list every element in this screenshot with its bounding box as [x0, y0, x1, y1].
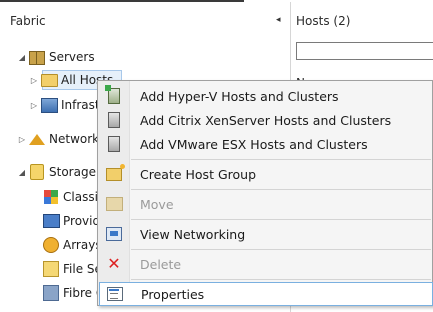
- xenserver-host-icon: [99, 108, 129, 132]
- properties-icon: [100, 282, 130, 306]
- providers-icon: [42, 213, 60, 229]
- hosts-title: Hosts (2): [296, 14, 351, 28]
- arrays-icon: [42, 237, 60, 253]
- hyperv-host-icon: [99, 84, 129, 108]
- fibre-icon: [42, 285, 60, 301]
- infrastructure-icon: [40, 97, 58, 113]
- menu-separator: [131, 249, 431, 250]
- tree-item-storage[interactable]: ◢ Storage: [16, 161, 96, 183]
- menu-item-move[interactable]: Move: [99, 192, 433, 216]
- menu-item-label: Create Host Group: [140, 166, 256, 182]
- menu-separator: [131, 219, 431, 220]
- menu-separator: [131, 159, 431, 160]
- menu-separator: [131, 189, 431, 190]
- menu-separator: [131, 279, 431, 280]
- menu-item-label: Properties: [141, 286, 205, 302]
- tree-item-label: Servers: [49, 50, 95, 64]
- menu-item-label: Add Hyper-V Hosts and Clusters: [140, 88, 339, 104]
- expander-icon[interactable]: ▷: [28, 101, 40, 110]
- menu-item-label: Move: [140, 196, 174, 212]
- expander-icon[interactable]: ▷: [16, 135, 28, 144]
- tree-item-servers[interactable]: ◢ Servers: [16, 46, 95, 68]
- menu-item-add-xenserver-hosts[interactable]: Add Citrix XenServer Hosts and Clusters: [99, 108, 433, 132]
- menu-item-label: Add Citrix XenServer Hosts and Clusters: [140, 112, 392, 128]
- hosts-search-input[interactable]: [296, 42, 433, 60]
- menu-item-properties[interactable]: Properties: [99, 282, 433, 306]
- tree-item-arrays[interactable]: Arrays: [42, 234, 102, 256]
- expander-icon[interactable]: ▷: [28, 76, 40, 85]
- delete-icon: ✕: [107, 254, 121, 273]
- folder-icon: [40, 72, 58, 88]
- move-icon: [99, 192, 129, 216]
- context-menu: Add Hyper-V Hosts and Clusters Add Citri…: [97, 80, 433, 306]
- view-networking-icon: [99, 222, 129, 246]
- menu-item-create-host-group[interactable]: Create Host Group: [99, 162, 433, 186]
- menu-item-add-vmware-hosts[interactable]: Add VMware ESX Hosts and Clusters: [99, 132, 433, 156]
- file-servers-icon: [42, 261, 60, 277]
- network-icon: [28, 131, 46, 147]
- collapse-pane-button[interactable]: ◂: [276, 15, 281, 25]
- expander-icon[interactable]: ◢: [16, 168, 28, 177]
- vmware-host-icon: [99, 132, 129, 156]
- tree-item-label: Storage: [49, 165, 96, 179]
- pane-title: Fabric: [10, 14, 46, 28]
- storage-icon: [28, 164, 46, 180]
- expander-icon[interactable]: ◢: [16, 53, 28, 62]
- classifications-icon: [42, 189, 60, 205]
- menu-item-label: Add VMware ESX Hosts and Clusters: [140, 136, 368, 152]
- menu-item-label: Delete: [140, 256, 182, 272]
- menu-item-delete[interactable]: ✕ Delete: [99, 252, 433, 276]
- menu-item-view-networking[interactable]: View Networking: [99, 222, 433, 246]
- host-group-icon: [99, 162, 129, 186]
- menu-item-add-hyperv-hosts[interactable]: Add Hyper-V Hosts and Clusters: [99, 84, 433, 108]
- tree-item-label: Arrays: [63, 238, 102, 252]
- servers-icon: [28, 49, 46, 65]
- menu-item-label: View Networking: [140, 226, 246, 242]
